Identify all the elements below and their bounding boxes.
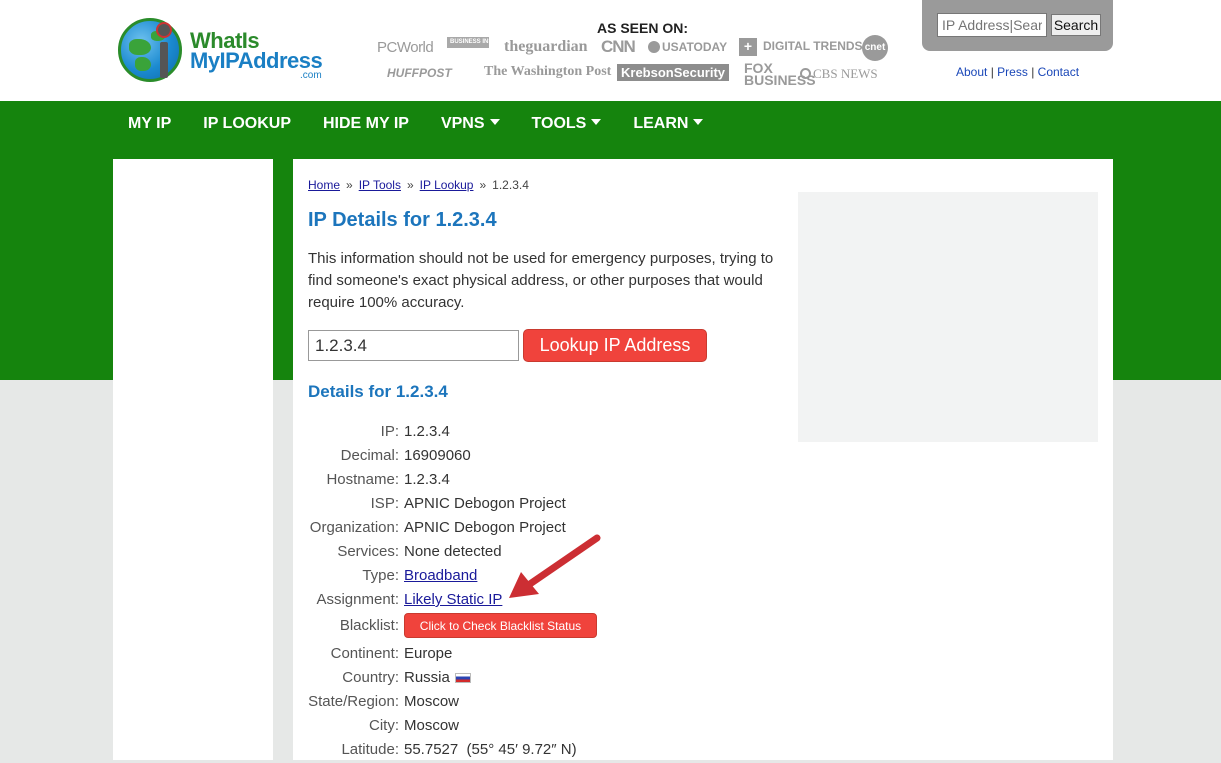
page-title: IP Details for 1.2.3.4 bbox=[308, 209, 497, 231]
press-logo-digital-trends: + DIGITAL TRENDS bbox=[739, 38, 863, 56]
detail-label: Hostname: bbox=[326, 471, 399, 488]
check-blacklist-button[interactable]: Click to Check Blacklist Status bbox=[404, 613, 597, 638]
globe-icon bbox=[118, 18, 182, 82]
detail-label: Assignment: bbox=[316, 591, 399, 608]
detail-value: Moscow bbox=[404, 693, 460, 710]
caret-down-icon bbox=[489, 119, 500, 125]
press-logo-washington-post: The Washington Post bbox=[484, 64, 612, 79]
disclaimer-text: This information should not be used for … bbox=[308, 250, 774, 311]
nav-learn[interactable]: LEARN bbox=[617, 101, 719, 147]
press-logo-cnn: CNN bbox=[601, 37, 636, 56]
press-logo-fox-business: FOX BUSINESS bbox=[744, 60, 816, 88]
press-logo-cbs-news: CBS NEWS bbox=[800, 66, 878, 82]
press-logo-guardian: theguardian bbox=[504, 38, 588, 55]
press-logo-huffpost: HUFFPOST bbox=[387, 66, 452, 80]
header-search-input[interactable] bbox=[937, 13, 1047, 37]
detail-value: 55.7527 (55° 45′ 9.72″ N) bbox=[404, 741, 577, 758]
header-search-button[interactable]: Search bbox=[1051, 14, 1101, 36]
detail-label: IP: bbox=[380, 423, 399, 440]
detail-label: Continent: bbox=[330, 645, 399, 662]
press-logo-pcworld: PCWorld bbox=[377, 39, 434, 56]
detail-label: Country: bbox=[342, 669, 399, 686]
site-logo[interactable]: WhatIs MyIPAddress .com bbox=[118, 18, 328, 84]
link-separator: | bbox=[1031, 65, 1035, 79]
detail-value: 1.2.3.4 bbox=[404, 471, 450, 488]
ip-lookup-input[interactable] bbox=[308, 330, 519, 361]
detail-value: Europe bbox=[404, 645, 453, 662]
detail-label: City: bbox=[369, 717, 399, 734]
top-links: About | Press | Contact bbox=[956, 65, 1079, 79]
detail-label: Latitude: bbox=[341, 741, 399, 758]
breadcrumb-separator: » bbox=[406, 178, 414, 192]
detail-value: Russia bbox=[404, 669, 450, 686]
left-sidebar bbox=[113, 159, 273, 760]
detail-label: Services: bbox=[337, 543, 399, 560]
detail-label: State/Region: bbox=[308, 693, 399, 710]
lookup-ip-button[interactable]: Lookup IP Address bbox=[523, 329, 707, 362]
nav-hide-my-ip[interactable]: HIDE MY IP bbox=[307, 101, 425, 147]
detail-value: None detected bbox=[404, 543, 502, 560]
detail-label: ISP: bbox=[370, 495, 399, 512]
press-logo-business-insider: BUSINESS INSIDER bbox=[447, 37, 507, 48]
detail-value: 16909060 bbox=[404, 447, 471, 464]
breadcrumb-ip-lookup[interactable]: IP Lookup bbox=[420, 178, 474, 192]
ad-placeholder bbox=[798, 192, 1098, 442]
breadcrumb-separator: » bbox=[479, 178, 487, 192]
caret-down-icon bbox=[693, 119, 704, 125]
info-i-icon bbox=[156, 22, 172, 78]
link-separator: | bbox=[990, 65, 994, 79]
detail-value: 1.2.3.4 bbox=[404, 423, 450, 440]
detail-label: Organization: bbox=[309, 519, 399, 536]
breadcrumb-separator: » bbox=[346, 178, 353, 192]
annotation-arrow-icon bbox=[509, 534, 601, 598]
detail-label: Type: bbox=[362, 567, 399, 584]
nav-tools[interactable]: TOOLS bbox=[516, 101, 618, 147]
nav-my-ip[interactable]: MY IP bbox=[112, 101, 187, 147]
press-link[interactable]: Press bbox=[997, 65, 1028, 79]
type-link[interactable]: Broadband bbox=[404, 567, 477, 584]
nav-ip-lookup[interactable]: IP LOOKUP bbox=[187, 101, 307, 147]
caret-down-icon bbox=[591, 119, 602, 125]
contact-link[interactable]: Contact bbox=[1038, 65, 1079, 79]
assignment-link[interactable]: Likely Static IP bbox=[404, 591, 502, 608]
breadcrumb-ip-tools[interactable]: IP Tools bbox=[359, 178, 401, 192]
detail-value: APNIC Debogon Project bbox=[404, 495, 566, 512]
about-link[interactable]: About bbox=[956, 65, 987, 79]
detail-label: Decimal: bbox=[340, 447, 399, 464]
logo-text-com: .com bbox=[300, 70, 322, 81]
press-logo-usatoday: USATODAY bbox=[648, 40, 727, 54]
breadcrumb-current: 1.2.3.4 bbox=[492, 178, 529, 192]
header-search: Search bbox=[922, 0, 1113, 51]
main-nav: MY IP IP LOOKUP HIDE MY IP VPNS TOOLS LE… bbox=[112, 101, 719, 147]
press-logo-krebsonsecurity: KrebsonSecurity bbox=[617, 64, 730, 81]
breadcrumb-home[interactable]: Home bbox=[308, 178, 340, 192]
nav-vpns[interactable]: VPNS bbox=[425, 101, 516, 147]
press-logo-cnet: cnet bbox=[862, 35, 888, 61]
detail-value: Moscow bbox=[404, 717, 460, 734]
russia-flag-icon bbox=[454, 673, 471, 684]
main-content: Home » IP Tools » IP Lookup » 1.2.3.4 IP Detai… bbox=[293, 159, 1113, 760]
breadcrumb: Home » IP Tools » IP Lookup » 1.2.3.4 bbox=[308, 178, 529, 192]
as-seen-on-title: AS SEEN ON: bbox=[597, 20, 689, 36]
detail-label: Blacklist: bbox=[339, 617, 399, 634]
details-title: Details for 1.2.3.4 bbox=[308, 382, 448, 401]
